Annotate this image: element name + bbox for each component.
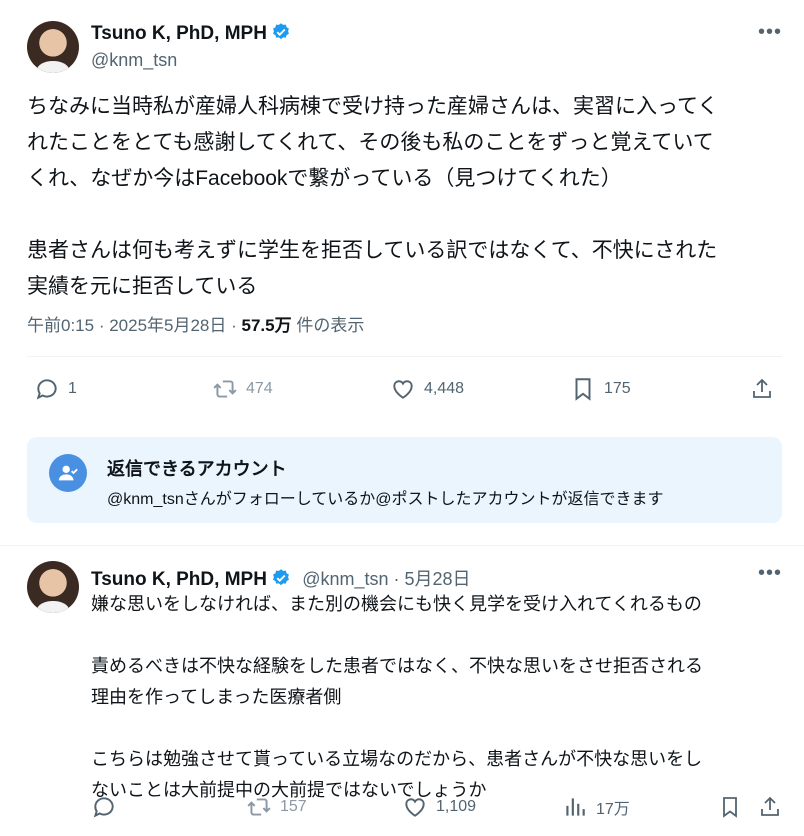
repost-button[interactable]: 474 [212,376,273,402]
like-count: 1,109 [436,798,477,815]
reply-author-name[interactable]: Tsuno K, PhD, MPH [91,569,267,590]
user-check-icon [49,454,87,492]
reply-icon [36,379,57,400]
more-horizontal-icon[interactable]: ••• [758,562,782,585]
repost-button[interactable]: 157 [246,794,307,820]
verified-badge-icon [273,569,289,586]
like-button[interactable]: 1,109 [402,794,476,820]
reply-count: 1 [68,380,77,397]
reply-icon [93,797,114,818]
bookmark-icon [723,797,737,818]
reply-date[interactable]: 5月28日 [405,569,471,589]
bookmark-icon [575,378,591,401]
reply-author-row: Tsuno K, PhD, MPH @knm_tsn · 5月28日 [91,569,471,590]
repost-icon [247,798,271,816]
author-name-row[interactable]: Tsuno K, PhD, MPH [91,22,291,45]
views-count: 17万 [596,801,630,818]
share-icon [761,796,779,816]
heart-icon [393,380,413,399]
reply-author-avatar[interactable] [27,561,79,613]
more-horizontal-icon[interactable]: ••• [758,21,782,44]
divider [0,545,804,546]
tweet-text: ちなみに当時私が産婦人科病棟で受け持った産婦さんは、実習に入ってく れたことをと… [27,95,719,298]
author-name[interactable]: Tsuno K, PhD, MPH [91,23,267,44]
banner-title: 返信できるアカウント [107,459,287,479]
bookmark-count: 175 [604,380,631,397]
repost-icon [213,380,237,398]
share-icon [753,378,771,398]
tweet-meta: 午前0:15 · 2025年5月28日 · 57.5万 件の表示 [27,316,365,335]
verified-badge-icon [273,23,289,40]
analytics-icon [566,798,585,816]
repost-count: 474 [246,380,273,397]
reply-button[interactable]: 1 [34,376,77,402]
tweet-time[interactable]: 午前0:15 [27,316,94,335]
reply-handle[interactable]: @knm_tsn [302,569,388,589]
author-avatar[interactable] [27,21,79,73]
reply-restriction-banner: 返信できるアカウント @knm_tsnさんがフォローしているか@ポストしたアカウ… [27,437,782,523]
divider [27,356,782,357]
author-handle[interactable]: @knm_tsn [91,50,177,71]
tweet-date[interactable]: 2025年5月28日 [109,316,226,335]
bookmark-button[interactable]: 175 [570,376,631,402]
like-button[interactable]: 4,448 [390,376,464,402]
share-button[interactable] [758,795,782,819]
heart-icon [405,798,425,817]
like-count: 4,448 [424,380,465,397]
views-count: 57.5万 [241,316,292,335]
views-button[interactable]: 17万 [562,794,630,820]
banner-description: @knm_tsnさんがフォローしているか@ポストしたアカウントが返信できます [107,491,664,508]
views-label: 件の表示 [296,316,365,335]
share-button[interactable] [750,377,774,401]
repost-count: 157 [280,798,307,815]
bookmark-button[interactable] [718,795,742,819]
reply-button[interactable] [91,794,125,820]
reply-text: 嫌な思いをしなければ、また別の機会にも快く見学を受け入れてくれるもの 責めるべき… [91,594,703,800]
